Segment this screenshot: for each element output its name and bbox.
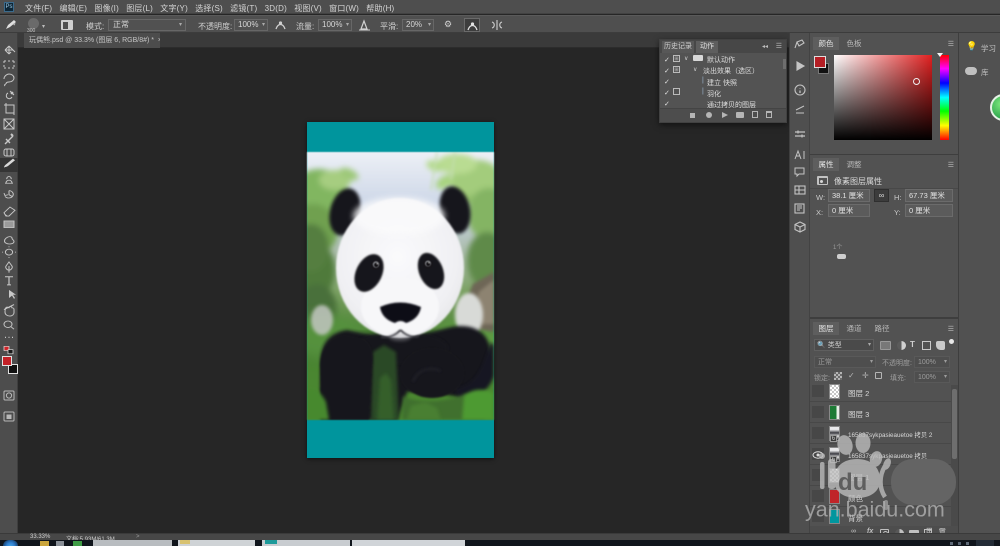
svg-text:du: du <box>838 469 867 496</box>
svg-text:yan.baidu.com: yan.baidu.com <box>805 498 945 522</box>
